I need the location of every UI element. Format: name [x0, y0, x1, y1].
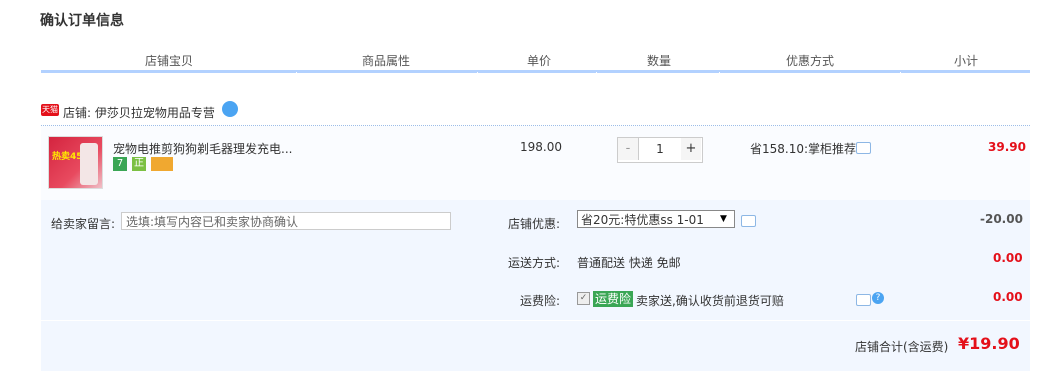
shop-total-label: 店铺合计(含运费)	[855, 340, 949, 354]
header-separator	[596, 72, 597, 75]
shop-name[interactable]: 店铺: 伊莎贝拉宠物用品专营	[63, 104, 215, 121]
quantity-decrease-button[interactable]: -	[618, 138, 638, 160]
insurance-checkbox[interactable]: ✓	[577, 292, 590, 305]
product-thumbnail-device	[80, 143, 98, 185]
item-row	[41, 126, 1030, 200]
header-separator	[719, 72, 720, 75]
shop-total-value: ¥19.90	[958, 334, 1020, 353]
col-header-quantity: 数量	[647, 54, 672, 68]
tmall-badge: 天猫	[41, 104, 59, 116]
seller-message-input[interactable]: 选填:填写内容已和卖家协商确认	[121, 212, 451, 230]
insurance-text: 卖家送,确认收货前退货可赔	[636, 294, 784, 308]
item-discount: 省158.10:掌柜推荐	[750, 142, 857, 156]
header-separator	[296, 72, 297, 75]
quantity-increase-button[interactable]: +	[681, 138, 701, 160]
message-icon[interactable]	[856, 142, 871, 154]
shipping-method: 普通配送 快递 免邮	[577, 256, 681, 270]
unit-price: 198.00	[520, 140, 562, 154]
chat-icon[interactable]	[222, 101, 238, 117]
genuine-guarantee-icon[interactable]: 正	[132, 157, 146, 171]
header-underline	[41, 70, 1030, 73]
shop-discount-label: 店铺优惠:	[508, 217, 561, 231]
shop-label: 店铺:	[63, 106, 92, 120]
product-name[interactable]: 宠物电推剪狗狗剃毛器理发充电...	[113, 140, 292, 157]
header-separator	[477, 72, 478, 75]
shop-discount-select[interactable]: 省20元:特优惠ss 1-01	[577, 210, 735, 228]
insurance-amount: 0.00	[993, 290, 1023, 304]
header-separator	[900, 72, 901, 75]
seven-day-return-icon[interactable]: 7	[113, 157, 127, 171]
quantity-input[interactable]: 1	[638, 138, 682, 160]
col-header-unit-price: 单价	[527, 54, 552, 68]
shop-name-link[interactable]: 伊莎贝拉宠物用品专营	[95, 106, 215, 120]
insurance-label: 运费险:	[520, 294, 561, 308]
col-header-shop-item: 店铺宝贝	[145, 54, 194, 68]
help-icon[interactable]: ?	[872, 292, 884, 304]
shipping-amount: 0.00	[993, 251, 1023, 265]
message-label: 给卖家留言:	[51, 217, 116, 231]
page-title: 确认订单信息	[40, 13, 124, 29]
insurance-badge: 运费险	[593, 291, 634, 307]
col-header-discount: 优惠方式	[786, 54, 835, 68]
message-icon[interactable]	[856, 294, 871, 306]
credit-card-icon[interactable]	[151, 157, 173, 171]
shop-discount-amount: -20.00	[980, 212, 1023, 226]
col-header-attributes: 商品属性	[362, 54, 411, 68]
col-header-subtotal: 小计	[954, 54, 979, 68]
item-subtotal: 39.90	[988, 140, 1026, 154]
shipping-label: 运送方式:	[508, 256, 561, 270]
message-icon[interactable]	[741, 215, 756, 227]
chevron-down-icon[interactable]: ▼	[720, 214, 727, 224]
